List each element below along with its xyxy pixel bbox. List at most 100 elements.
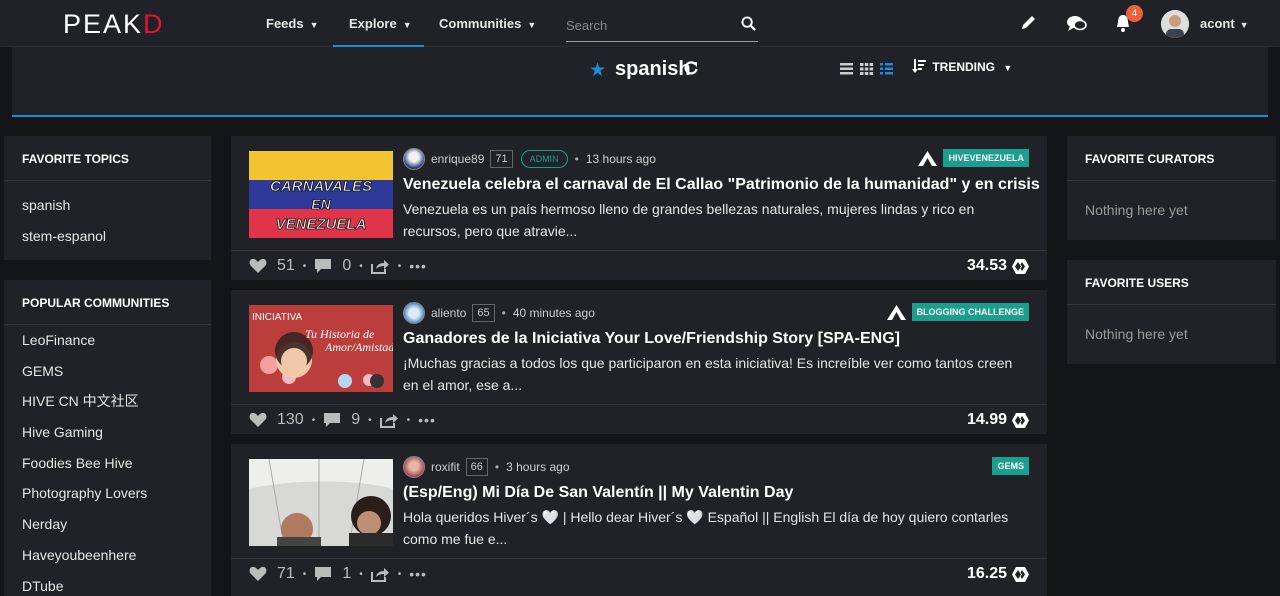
user-avatar[interactable] xyxy=(1161,10,1189,38)
community-logo-icon xyxy=(918,150,938,166)
community-item[interactable]: HIVE CN 中文社区 xyxy=(4,386,211,417)
comment-icon[interactable] xyxy=(314,566,332,582)
author-name[interactable]: aliento xyxy=(431,306,466,320)
search-icon[interactable] xyxy=(741,16,756,31)
community-item[interactable]: DTube xyxy=(4,571,211,596)
logo-text-accent: D xyxy=(143,9,165,39)
top-navbar: PEAKD Feeds ▼ Explore ▼ Communities ▼ 4 aco… xyxy=(0,0,1280,47)
post-excerpt[interactable]: Venezuela es un país hermoso lleno de gr… xyxy=(403,198,1023,242)
heart-icon[interactable] xyxy=(249,566,267,582)
comment-icon[interactable] xyxy=(314,258,332,274)
heart-icon[interactable] xyxy=(249,258,267,274)
user-menu[interactable]: acont ▼ xyxy=(1200,16,1249,31)
pencil-icon[interactable] xyxy=(1020,13,1038,31)
refresh-icon[interactable] xyxy=(684,61,698,75)
hive-logo-icon xyxy=(1012,566,1029,582)
post-thumbnail[interactable]: INICIATIVA Tu Historia de Amor/Amistad xyxy=(249,305,393,392)
vote-count[interactable]: 51 xyxy=(277,257,295,275)
star-icon[interactable]: ★ xyxy=(589,59,606,82)
post-payout[interactable]: 14.99 xyxy=(967,411,1029,429)
community-item[interactable]: Photography Lovers xyxy=(4,478,211,509)
more-options-icon[interactable]: ••• xyxy=(418,412,436,428)
meta-separator: • xyxy=(501,306,506,320)
chat-icon[interactable] xyxy=(1066,15,1087,32)
more-options-icon[interactable]: ••• xyxy=(409,258,427,274)
share-icon[interactable] xyxy=(370,567,390,582)
post-thumbnail[interactable]: CARNAVALES EN VENEZUELA xyxy=(249,151,393,238)
thumb-text-line1: INICIATIVA xyxy=(252,312,303,323)
footer-separator: • xyxy=(302,260,307,272)
post-payout[interactable]: 16.25 xyxy=(967,565,1029,583)
chevron-down-icon: ▼ xyxy=(1003,63,1013,73)
vote-count[interactable]: 71 xyxy=(277,565,295,583)
panel-title: FAVORITE USERS xyxy=(1067,260,1276,305)
post-excerpt[interactable]: Hola queridos Hiver´s 🤍 | Hello dear Hiv… xyxy=(403,506,1023,550)
author-avatar[interactable] xyxy=(403,302,425,324)
thumb-text-line3: Amor/Amistad xyxy=(324,340,393,354)
community-item[interactable]: Haveyoubeenhere xyxy=(4,540,211,571)
community-badge: BLOGGING CHALLENGE xyxy=(911,303,1029,321)
sort-dropdown[interactable]: TRENDING ▼ xyxy=(912,59,1012,74)
popular-communities-panel: POPULAR COMMUNITIES LeoFinance GEMS HIVE… xyxy=(4,280,211,596)
post-title[interactable]: Ganadores de la Iniciativa Your Love/Fri… xyxy=(403,330,900,348)
community-item[interactable]: GEMS xyxy=(4,356,211,387)
community-item[interactable]: Foodies Bee Hive xyxy=(4,448,211,479)
community-tag[interactable]: HIVEVENEZUELA xyxy=(918,149,1029,167)
community-tag[interactable]: BLOGGING CHALLENGE xyxy=(886,303,1029,321)
page-title: spanish xyxy=(615,58,691,80)
panel-title: FAVORITE TOPICS xyxy=(4,136,211,181)
list-view-icon[interactable] xyxy=(840,63,853,75)
heart-icon[interactable] xyxy=(249,412,267,428)
notification-count-badge: 4 xyxy=(1126,5,1143,22)
post-excerpt[interactable]: ¡Muchas gracias a todos los que particip… xyxy=(403,352,1023,396)
community-tag[interactable]: GEMS xyxy=(986,457,1029,475)
post-card: CARNAVALES EN VENEZUELA enrique89 71 ADM… xyxy=(231,136,1047,280)
username-label: acont xyxy=(1200,16,1235,31)
favorite-topics-panel: FAVORITE TOPICS spanish stem-espanol xyxy=(4,136,211,260)
meta-separator: • xyxy=(494,460,500,474)
post-title[interactable]: Venezuela celebra el carnaval de El Call… xyxy=(403,176,1040,194)
post-time: 3 hours ago xyxy=(506,460,570,474)
community-item[interactable]: Hive Gaming xyxy=(4,417,211,448)
nav-feeds[interactable]: Feeds ▼ xyxy=(266,0,319,47)
post-footer: 51 • 0 • • ••• 34.53 xyxy=(231,250,1047,280)
reputation-badge: 66 xyxy=(465,458,488,476)
post-title[interactable]: (Esp/Eng) Mi Día De San Valentín || My V… xyxy=(403,484,793,502)
community-item[interactable]: LeoFinance xyxy=(4,325,211,356)
nav-explore[interactable]: Explore ▼ xyxy=(333,0,424,47)
empty-message: Nothing here yet xyxy=(1085,326,1188,342)
topic-item[interactable]: stem-espanol xyxy=(4,221,211,252)
thumb-text-line3: VENEZUELA xyxy=(276,216,367,233)
post-card: roxifit 66 • 3 hours ago GEMS (Esp/Eng) … xyxy=(231,444,1047,596)
grid-view-icon[interactable] xyxy=(860,63,874,75)
author-avatar[interactable] xyxy=(403,148,425,170)
hive-logo-icon xyxy=(1012,412,1029,428)
comment-count: 0 xyxy=(342,257,352,274)
topic-item[interactable]: spanish xyxy=(4,190,211,221)
role-badge: ADMIN xyxy=(520,150,568,168)
vote-count[interactable]: 130 xyxy=(277,411,304,429)
author-avatar[interactable] xyxy=(403,456,425,478)
post-meta: aliento 65 • 40 minutes ago xyxy=(403,302,595,324)
footer-separator: • xyxy=(368,414,372,426)
avatar-image xyxy=(1161,10,1189,38)
author-name[interactable]: roxifit xyxy=(431,460,460,474)
comment-icon[interactable] xyxy=(323,412,341,428)
community-item[interactable]: Nerday xyxy=(4,509,211,540)
share-icon[interactable] xyxy=(379,413,399,428)
more-options-icon[interactable]: ••• xyxy=(409,566,427,582)
author-name[interactable]: enrique89 xyxy=(431,152,484,166)
search-input[interactable] xyxy=(566,12,726,38)
detailed-list-view-icon[interactable] xyxy=(880,63,893,75)
meta-separator: • xyxy=(574,152,579,166)
post-thumbnail[interactable] xyxy=(249,459,393,546)
nav-communities[interactable]: Communities ▼ xyxy=(439,0,536,47)
payout-amount: 34.53 xyxy=(966,257,1007,274)
post-payout[interactable]: 34.53 xyxy=(967,257,1029,275)
sort-label: TRENDING xyxy=(932,60,996,74)
hive-logo-icon xyxy=(1012,258,1029,274)
peakd-logo[interactable]: PEAKD xyxy=(63,9,165,40)
comment-count: 9 xyxy=(351,411,361,428)
share-icon[interactable] xyxy=(370,259,390,274)
reputation-badge: 65 xyxy=(472,304,495,322)
